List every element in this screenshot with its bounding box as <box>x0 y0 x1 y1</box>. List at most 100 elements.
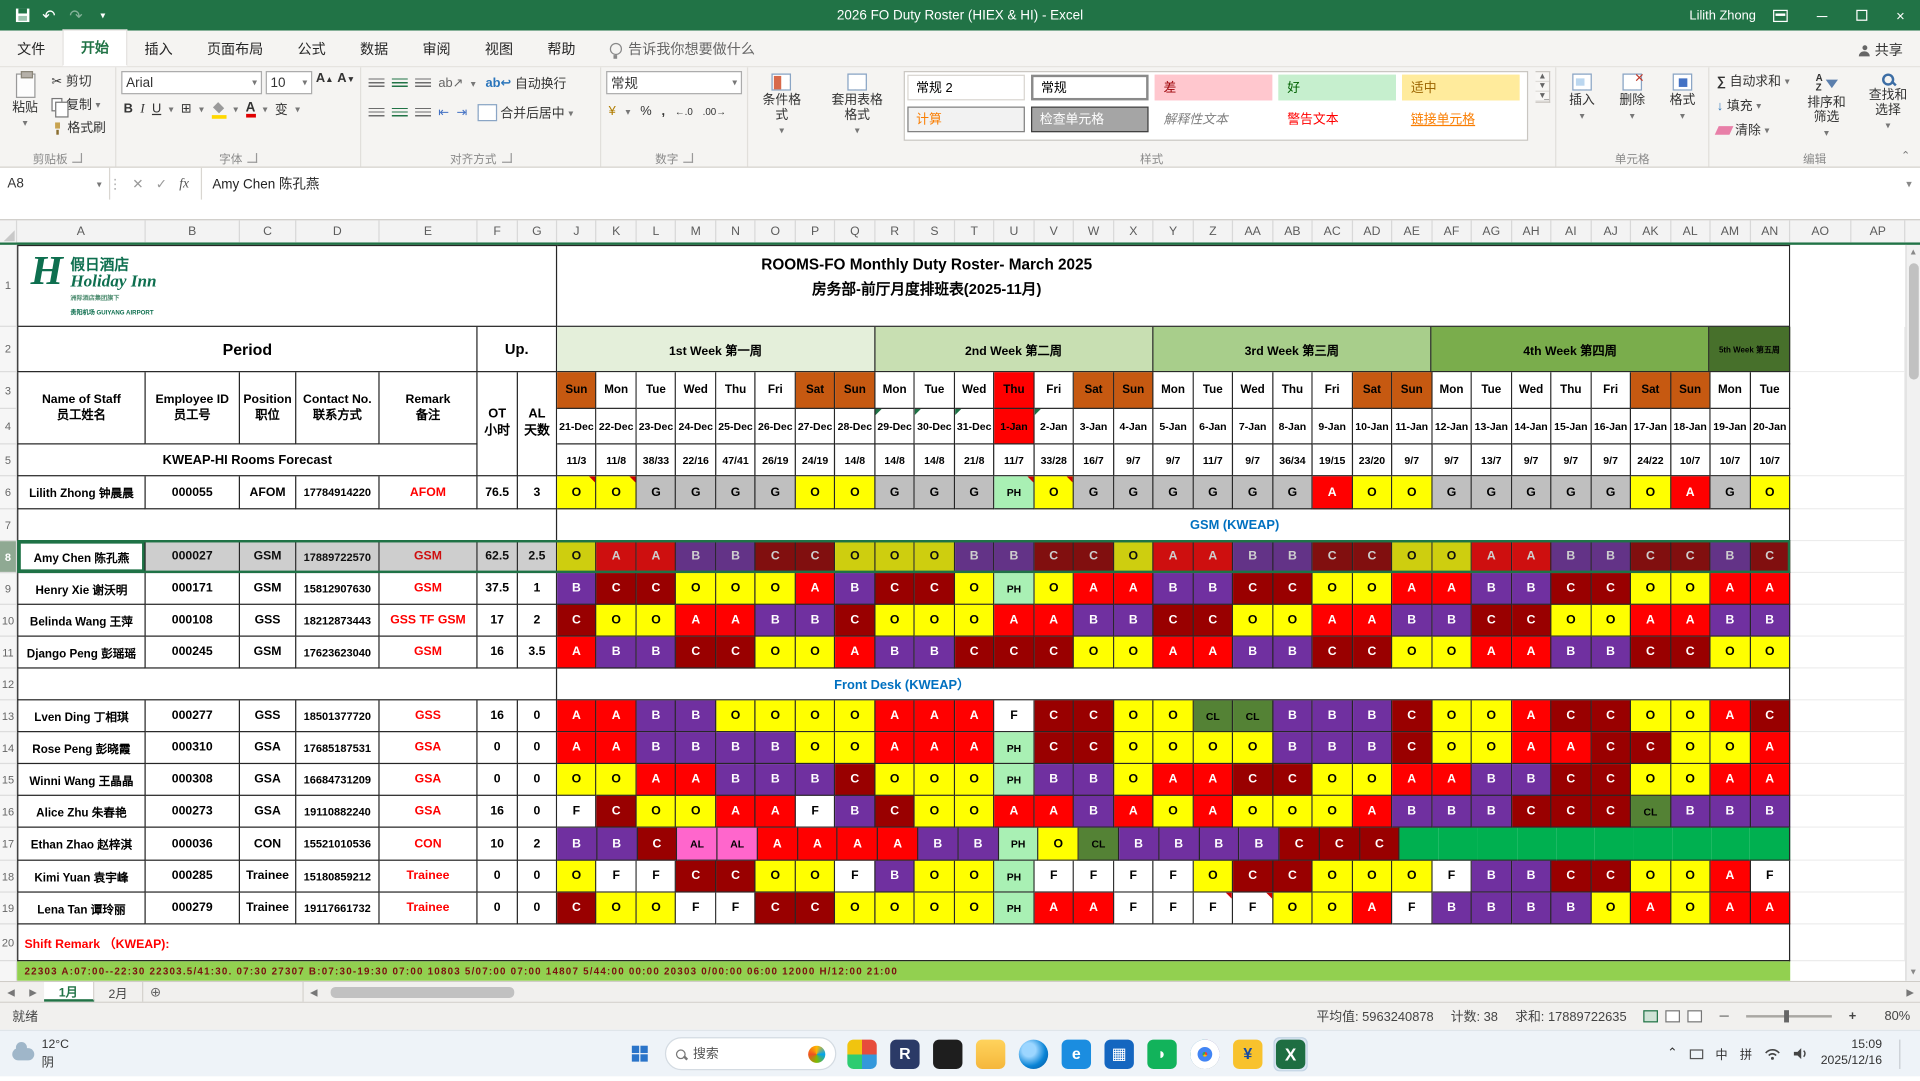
col-header-AL[interactable]: AL <box>1671 220 1711 243</box>
shift-cell[interactable]: A <box>557 732 597 765</box>
bold-button[interactable]: B <box>124 102 133 117</box>
shift-cell[interactable]: A <box>636 541 677 574</box>
shift-cell[interactable]: C <box>557 604 597 637</box>
shift-cell[interactable]: B <box>1511 892 1552 925</box>
cell-style-解释性文本[interactable]: 解释性文本 <box>1154 106 1273 133</box>
scroll-down-icon[interactable]: ▼ <box>1907 965 1920 981</box>
shift-cell[interactable]: O <box>835 476 876 510</box>
shift-cell[interactable]: C <box>1074 700 1115 733</box>
employee-id-cell[interactable]: 000055 <box>145 476 241 510</box>
shift-cell[interactable]: A <box>1631 604 1671 637</box>
shift-cell[interactable]: A <box>1034 795 1075 828</box>
shift-cell[interactable]: O <box>1670 892 1711 925</box>
day-name-cell[interactable]: Tue <box>636 372 677 409</box>
shift-cell[interactable] <box>1555 827 1595 861</box>
shift-cell[interactable]: G <box>1551 476 1592 510</box>
shift-cell[interactable]: PH <box>994 476 1035 510</box>
forecast-cell[interactable]: 14/8 <box>835 444 876 477</box>
forecast-cell[interactable]: 9/7 <box>1392 444 1433 477</box>
week-header-2[interactable]: 2nd Week 第二周 <box>874 326 1154 373</box>
shift-cell[interactable]: A <box>636 764 677 796</box>
fill-button[interactable]: ↓ 填充 ▾ <box>1714 96 1792 117</box>
shift-cell[interactable]: G <box>1432 476 1473 510</box>
shift-cell[interactable]: A <box>1432 764 1473 796</box>
position-cell[interactable]: GSA <box>240 764 297 796</box>
day-name-cell[interactable]: Sun <box>1114 372 1154 409</box>
cut-button[interactable]: ✂ 剪切 <box>49 71 108 92</box>
tell-me-box[interactable]: 告诉我你想要做什么 <box>609 39 755 66</box>
zoom-slider[interactable] <box>1745 1010 1832 1023</box>
position-cell[interactable]: GSA <box>240 795 297 828</box>
week-header-3[interactable]: 3rd Week 第三周 <box>1153 326 1432 373</box>
shift-cell[interactable]: CL <box>1078 827 1120 861</box>
shift-cell[interactable]: A <box>676 604 717 637</box>
day-name-cell[interactable]: Mon <box>1153 372 1194 409</box>
shift-cell[interactable]: B <box>1551 892 1592 925</box>
shift-cell[interactable]: O <box>1352 764 1393 796</box>
percent-icon[interactable]: % <box>640 104 651 119</box>
shift-cell[interactable]: O <box>1432 636 1473 669</box>
save-icon[interactable] <box>10 3 34 27</box>
shift-cell[interactable]: A <box>1750 573 1791 605</box>
shift-cell[interactable]: B <box>716 541 757 574</box>
col-header-T[interactable]: T <box>955 220 995 243</box>
day-name-cell[interactable]: Thu <box>1551 372 1592 409</box>
day-name-cell[interactable]: Fri <box>1034 372 1075 409</box>
shift-cell[interactable]: O <box>795 700 836 733</box>
date-cell[interactable]: 20-Jan <box>1750 408 1791 445</box>
forecast-cell[interactable]: 47/41 <box>716 444 757 477</box>
row-header-7[interactable]: 7 <box>0 509 16 542</box>
row-header-15[interactable]: 15 <box>0 764 16 796</box>
format-cells-button[interactable]: 格式 ▾ <box>1662 71 1702 124</box>
shift-cell[interactable]: B <box>1239 827 1280 861</box>
borders-icon[interactable]: ⊞ <box>181 102 192 117</box>
taskbar-icon-store[interactable]: ▦ <box>1102 1037 1136 1071</box>
date-cell[interactable]: 6-Jan <box>1193 408 1234 445</box>
taskbar-icon-excel[interactable] <box>1273 1036 1308 1071</box>
weather-widget[interactable]: 12°C 阴 <box>0 1038 147 1070</box>
row-header-1[interactable]: 1 <box>0 245 16 327</box>
shift-cell[interactable]: C <box>1631 732 1671 765</box>
shift-cell[interactable]: O <box>875 541 916 574</box>
shift-cell[interactable]: G <box>676 476 717 510</box>
taskbar-icon-people[interactable] <box>845 1037 879 1071</box>
shift-cell[interactable] <box>1711 827 1751 861</box>
shift-cell[interactable]: B <box>716 732 757 765</box>
shift-cell[interactable]: A <box>875 732 916 765</box>
name-box[interactable]: A8 ▾ <box>0 167 111 200</box>
shift-cell[interactable]: A <box>875 700 916 733</box>
day-name-cell[interactable]: Mon <box>875 372 916 409</box>
day-name-cell[interactable]: Thu <box>994 372 1035 409</box>
shift-cell[interactable]: C <box>1392 700 1433 733</box>
contact-cell[interactable]: 17685187531 <box>296 732 380 765</box>
position-cell[interactable]: Trainee <box>240 892 297 925</box>
shift-cell[interactable]: O <box>596 892 637 925</box>
shift-cell[interactable]: A <box>1193 764 1234 796</box>
shift-cell[interactable]: A <box>1511 732 1552 765</box>
remark-cell[interactable]: GSA <box>379 764 478 796</box>
col-header-AF[interactable]: AF <box>1432 220 1473 243</box>
employee-id-cell[interactable]: 000310 <box>145 732 241 765</box>
increase-indent-icon[interactable]: ⇥ <box>457 105 468 120</box>
find-select-button[interactable]: 查找和选择 ▾ <box>1861 71 1915 134</box>
forecast-cell[interactable]: 10/7 <box>1710 444 1751 477</box>
position-cell[interactable]: AFOM <box>240 476 297 510</box>
share-button[interactable]: 共享 <box>1858 40 1903 60</box>
shift-cell[interactable]: F <box>1153 860 1194 893</box>
font-dialog-launcher[interactable] <box>247 152 258 163</box>
shift-cell[interactable]: B <box>557 827 598 861</box>
row-header-18[interactable]: 18 <box>0 861 16 893</box>
shift-cell[interactable]: C <box>1551 860 1592 893</box>
shift-cell[interactable]: B <box>1511 573 1552 605</box>
shift-cell[interactable]: A <box>1472 541 1512 574</box>
forecast-cell[interactable]: 38/33 <box>636 444 677 477</box>
col-header-AN[interactable]: AN <box>1750 220 1791 243</box>
shift-cell[interactable]: C <box>1670 541 1711 574</box>
shift-cell[interactable]: F <box>1432 860 1473 893</box>
al-cell[interactable]: 0 <box>517 795 558 828</box>
shift-cell[interactable]: C <box>1153 604 1194 637</box>
up-header[interactable]: Up. <box>477 326 558 373</box>
shrink-font-icon[interactable]: A▼ <box>337 71 355 94</box>
shift-cell[interactable]: C <box>636 573 677 605</box>
page-layout-view-icon[interactable] <box>1665 1010 1681 1023</box>
